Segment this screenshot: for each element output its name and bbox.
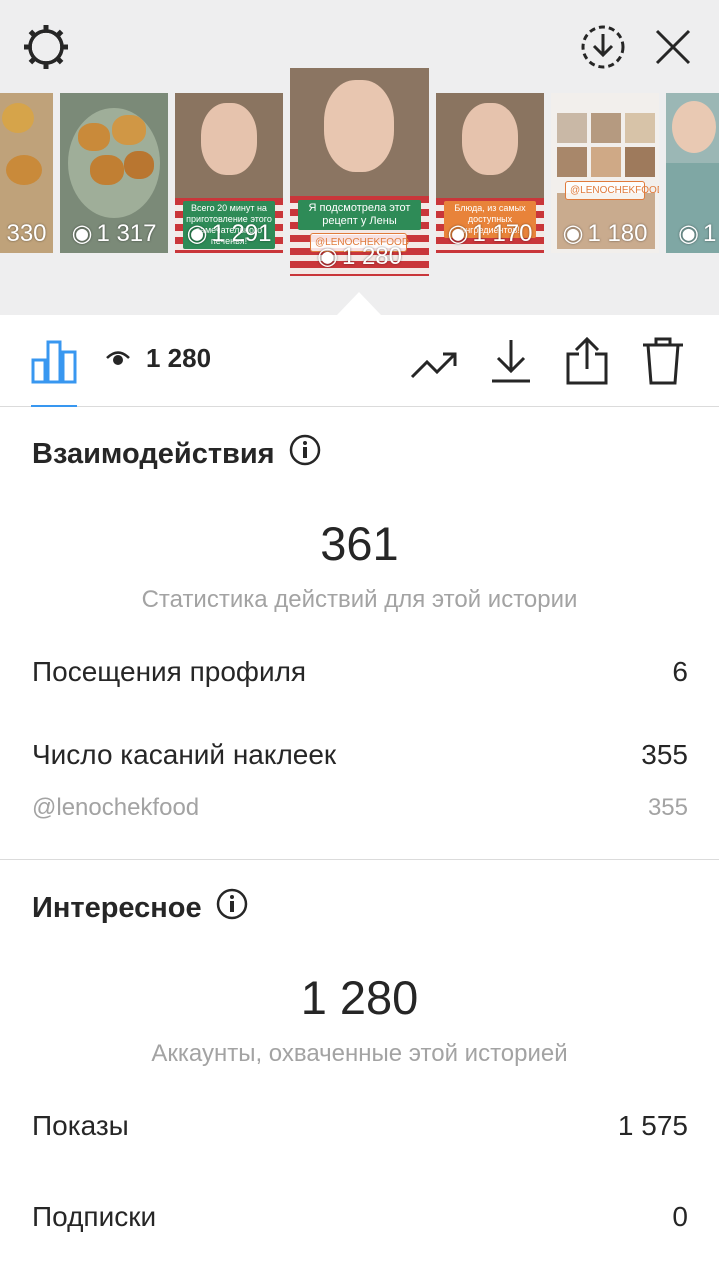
story-view-count: ◉ 1 180 [562,219,648,248]
stat-value: 0 [672,1201,688,1232]
download-circle-icon[interactable] [576,20,630,74]
stat-value: 1 575 [617,1110,688,1141]
section-divider [0,859,719,860]
story-view-count: ◉ 1 [678,219,717,248]
info-icon[interactable] [216,888,248,928]
stat-label: Показы [32,1110,129,1141]
story-view-count: ◉ 1 170 [447,219,533,248]
trash-icon[interactable] [640,335,686,387]
interactions-title: Взаимодействия [32,434,321,474]
story-view-count: ◉ 1 291 [186,219,272,248]
story-thumbnail-active[interactable]: Я подсмотрела этот рецепт у Лены @LENOCH… [290,68,429,276]
stat-value: 6 [672,656,688,687]
close-icon[interactable] [647,22,699,72]
eye-icon: ◉ [447,220,469,247]
story-thumbnail[interactable]: Блюда, из самых доступных ингредиентов! … [436,93,544,253]
eye-icon: ◉ [562,220,584,247]
share-icon[interactable] [564,335,610,387]
story-thumbnail[interactable]: @LENOCHEKFOOD ◉ 1 180 [551,93,659,253]
reach-total: 1 280 [300,971,419,1024]
eye-icon: ◉ [71,220,93,247]
story-thumbnail[interactable]: Всего 20 минут на приготовление этого за… [175,93,283,253]
story-thumbnail[interactable]: 330 [0,93,53,253]
eye-icon: ◉ [678,220,699,247]
discovery-title: Интересное [32,888,248,928]
stat-label: Подписки [32,1201,157,1232]
tab-indicator [31,405,77,407]
story-view-count: 330 [6,220,47,247]
eye-icon: ◉ [316,243,338,270]
stat-row-sticker-taps: Число касаний наклеек 355 [32,739,688,771]
download-icon[interactable] [488,337,534,385]
story-view-count: ◉ 1 280 [316,242,402,271]
mention-value: 355 [647,794,688,821]
story-tag: @LENOCHEKFOOD [565,181,659,200]
info-icon[interactable] [289,434,321,474]
stat-row-profile-visits: Посещения профиля 6 [32,656,688,688]
trending-icon[interactable] [408,341,460,385]
story-thumbnail[interactable]: ◉ 1 [666,93,719,253]
stat-row-follows: Подписки 0 [32,1201,688,1233]
interactions-caption: Статистика действий для этой истории [141,586,578,613]
interactions-total: 361 [320,517,399,570]
story-view-count: ◉ 1 317 [71,219,157,248]
mention-label[interactable]: @lenochekfood [32,794,199,822]
views-count: 1 280 [106,343,211,374]
story-strip-area: 330 ◉ 1 317 Всего 20 минут на приготовлен… [0,0,719,315]
eye-icon: ◉ [186,220,208,247]
story-thumbnail[interactable]: ◉ 1 317 [60,93,168,253]
stat-label: Число касаний наклеек [32,739,337,770]
eye-icon [106,343,130,374]
stat-subrow-mention: @lenochekfood 355 [32,794,688,822]
story-caption: Я подсмотрела этот рецепт у Лены [298,200,421,230]
stat-label: Посещения профиля [32,656,307,687]
bar-chart-icon[interactable] [30,337,78,385]
story-toolbar: 1 280 [0,315,719,407]
reach-caption: Аккаунты, охваченные этой историей [151,1040,568,1067]
gear-icon[interactable] [18,22,74,72]
stat-value: 355 [641,739,688,770]
stat-row-impressions: Показы 1 575 [32,1110,688,1142]
active-story-pointer [337,292,381,315]
story-thumbnails: 330 ◉ 1 317 Всего 20 минут на приготовлен… [0,68,719,283]
